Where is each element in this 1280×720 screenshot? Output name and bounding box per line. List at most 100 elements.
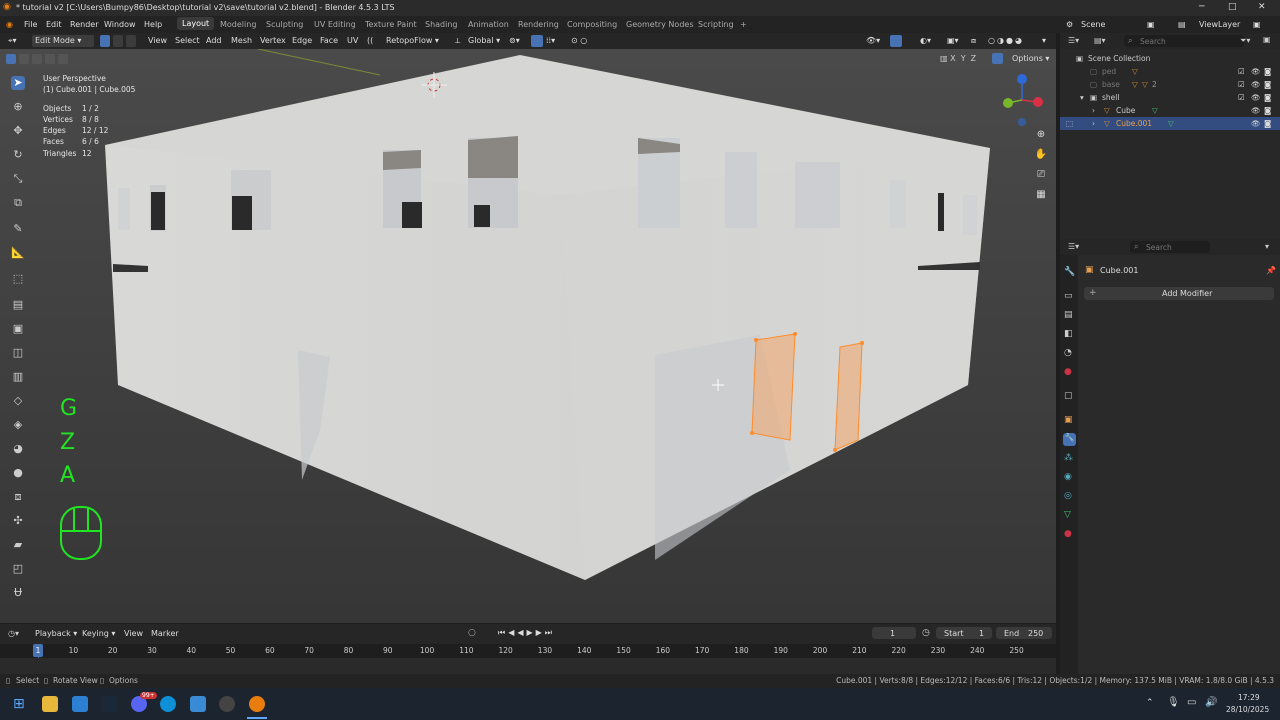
exclude-checkbox[interactable]: ☑: [1238, 67, 1245, 76]
object-tab-icon[interactable]: ▣: [1064, 415, 1073, 425]
scene-tab-icon[interactable]: ◔: [1064, 348, 1072, 358]
tool-tab-icon[interactable]: 🔧: [1064, 267, 1075, 277]
tray-chevron-icon[interactable]: ⌃: [1146, 698, 1154, 708]
mode-selector[interactable]: Edit Mode ▾: [32, 35, 94, 47]
axis-z-toggle[interactable]: Z: [971, 54, 976, 63]
particles-tab-icon[interactable]: ⁂: [1064, 453, 1073, 463]
knife-tool-icon[interactable]: ◇: [11, 394, 25, 408]
photos-app-icon[interactable]: [72, 696, 88, 712]
shrink-tool-icon[interactable]: ✣: [11, 514, 25, 528]
data-tab-icon[interactable]: ▽: [1064, 510, 1071, 520]
select-tool-icon[interactable]: ➤: [11, 76, 25, 90]
exclude-checkbox[interactable]: ☑: [1238, 93, 1245, 102]
store-app-icon[interactable]: [190, 696, 206, 712]
microphone-icon[interactable]: 🎙: [1167, 697, 1180, 708]
shear-tool-icon[interactable]: ▰: [11, 538, 25, 552]
tab-compositing[interactable]: Compositing: [567, 20, 617, 29]
proportional-edit-icon[interactable]: ⊙ ○: [571, 36, 587, 45]
uv-menu[interactable]: UV: [347, 36, 358, 45]
render-camera-icon[interactable]: ◙: [1264, 119, 1271, 128]
ortho-grid-icon[interactable]: ▦: [1034, 189, 1048, 203]
shading-dropdown-icon[interactable]: ▾: [1042, 36, 1046, 45]
record-icon[interactable]: ○: [468, 628, 476, 638]
retopoflow-menu[interactable]: RetopoFlow ▾: [386, 36, 439, 45]
new-view-layer-icon[interactable]: ▣: [1253, 20, 1261, 29]
blender-menu-icon[interactable]: ◉: [6, 20, 13, 29]
add-menu[interactable]: Add: [206, 36, 222, 45]
uv-tool-icon[interactable]: Ʉ: [11, 586, 25, 600]
timeline-ruler[interactable]: 10 20 30 40 50 60 70 80 90 100 110 120 130 140 150 160 1…: [0, 644, 1056, 674]
tab-scripting[interactable]: Scripting: [698, 20, 734, 29]
smooth-tool-icon[interactable]: ●: [11, 466, 25, 480]
gizmo-toggle-icon[interactable]: [890, 35, 902, 47]
transform-orientation-dropdown[interactable]: Global ▾: [468, 36, 500, 45]
measure-tool-icon[interactable]: 📐: [11, 246, 25, 260]
xray-toggle-icon[interactable]: ⧈: [971, 36, 976, 46]
volume-icon[interactable]: 🔊: [1205, 697, 1217, 708]
shading-mode-icons[interactable]: ○◑●◕: [988, 36, 1024, 45]
keying-menu[interactable]: Keying ▾: [82, 629, 115, 638]
rotate-tool-icon[interactable]: ↻: [11, 148, 25, 162]
render-tab-icon[interactable]: ▭: [1064, 291, 1073, 301]
timeline-editor-icon[interactable]: ◷▾: [8, 629, 19, 638]
transform-tool-icon[interactable]: ⧉: [11, 196, 25, 210]
outliner-row-cube[interactable]: › ▽ Cube ▽ 👁 ◙: [1060, 104, 1280, 117]
tab-geometry-nodes[interactable]: Geometry Nodes: [626, 20, 693, 29]
blender-taskbar-icon[interactable]: [249, 696, 265, 712]
select-box-icon[interactable]: [6, 54, 16, 64]
chevron-right-icon[interactable]: ›: [1092, 119, 1095, 128]
face-menu[interactable]: Face: [320, 36, 338, 45]
menu-edit[interactable]: Edit: [46, 20, 62, 29]
editor-type-icon[interactable]: ⌖▾: [8, 36, 17, 46]
overlay-icon[interactable]: ◐▾: [920, 36, 931, 45]
exclude-checkbox[interactable]: ☑: [1238, 80, 1245, 89]
axis-y-toggle[interactable]: Y: [961, 54, 966, 63]
loop-cut-tool-icon[interactable]: ▥: [11, 370, 25, 384]
new-collection-icon[interactable]: ▣: [1263, 35, 1271, 44]
display-mode-icon[interactable]: ▤▾: [1094, 36, 1106, 45]
options-dropdown[interactable]: Options ▾: [1012, 54, 1049, 63]
select-mode-buttons[interactable]: [6, 54, 70, 66]
render-camera-icon[interactable]: ◙: [1264, 93, 1271, 102]
vertex-select-icon[interactable]: [100, 35, 110, 47]
poly-build-tool-icon[interactable]: ◈: [11, 418, 25, 432]
render-camera-icon[interactable]: ◙: [1264, 106, 1271, 115]
3d-viewport[interactable]: ▥ X Y Z Options ▾ ⊕ ✋ ⎚ ▦: [0, 49, 1056, 623]
playhead[interactable]: 1: [33, 644, 43, 657]
display-icon[interactable]: ▭: [1187, 697, 1196, 708]
xray-icon[interactable]: ▣▾: [947, 36, 959, 45]
view-layer-tab-icon[interactable]: ◧: [1064, 329, 1073, 339]
snap-target-icon[interactable]: ⁞⁞▾: [546, 36, 555, 45]
properties-search-input[interactable]: ⌕ Search: [1130, 241, 1210, 253]
collection-tab-icon[interactable]: ▢: [1064, 391, 1073, 401]
add-modifier-button[interactable]: + Add Modifier: [1084, 287, 1274, 300]
chevron-down-icon[interactable]: ▾: [1080, 93, 1084, 102]
output-tab-icon[interactable]: ▤: [1064, 310, 1073, 320]
modifier-tab-icon[interactable]: 🔧: [1063, 433, 1076, 446]
menu-help[interactable]: Help: [144, 20, 162, 29]
edge-menu[interactable]: Edge: [292, 36, 312, 45]
pin-icon[interactable]: 📌: [1266, 266, 1276, 275]
properties-editor-icon[interactable]: ☰▾: [1068, 242, 1079, 251]
visibility-eye-icon[interactable]: 👁: [1251, 67, 1261, 76]
timeline-track-area[interactable]: [0, 658, 1056, 674]
pan-hand-icon[interactable]: ✋: [1034, 149, 1048, 163]
tab-rendering[interactable]: Rendering: [518, 20, 559, 29]
playback-controls[interactable]: ⏮◀◀▶▶⏭: [498, 628, 555, 638]
timeline-view-menu[interactable]: View: [124, 629, 143, 638]
axis-x-toggle[interactable]: X: [950, 54, 955, 63]
end-frame-field[interactable]: End 250: [996, 627, 1052, 639]
tab-layout[interactable]: Layout: [177, 17, 215, 30]
material-tab-icon[interactable]: ●: [1064, 529, 1072, 539]
playback-menu[interactable]: Playback ▾: [35, 629, 77, 638]
chevron-right-icon[interactable]: ›: [1092, 106, 1095, 115]
start-frame-field[interactable]: Start 1: [936, 627, 992, 639]
move-tool-icon[interactable]: ✥: [11, 124, 25, 138]
select-invert-icon[interactable]: [45, 54, 55, 64]
menu-file[interactable]: File: [24, 20, 37, 29]
visibility-eye-icon[interactable]: 👁: [1251, 119, 1261, 128]
outliner-row-scene-collection[interactable]: ▣ Scene Collection: [1060, 52, 1280, 65]
face-select-icon[interactable]: [126, 35, 136, 47]
scale-tool-icon[interactable]: ⤡: [11, 172, 25, 186]
outliner-row-cube-001[interactable]: ⬚ › ▽ Cube.001 ▽ 👁 ◙: [1060, 117, 1280, 130]
